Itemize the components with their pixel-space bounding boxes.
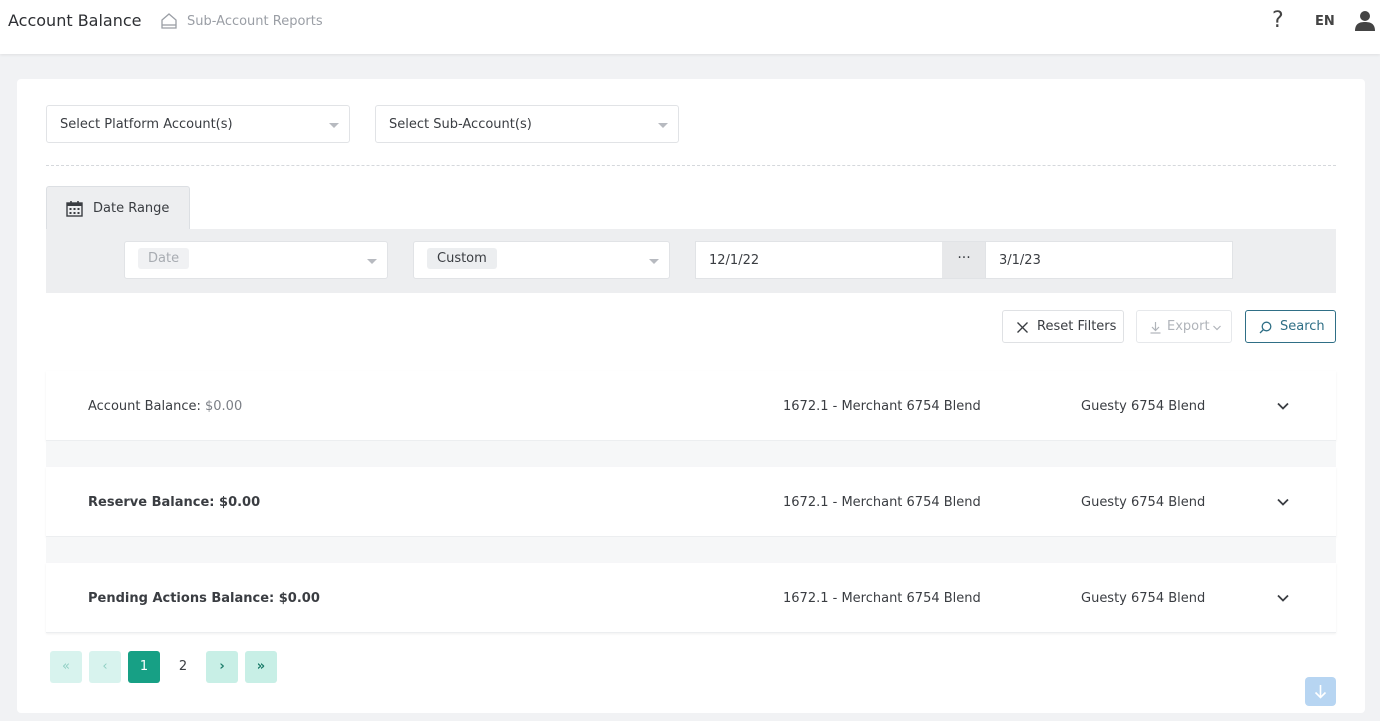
date-range-separator: ··· [942, 241, 986, 279]
date-mode-select[interactable]: Custom [413, 241, 670, 279]
caret-down-icon [367, 259, 377, 264]
balance-amount: $0.00 [278, 591, 320, 606]
export-button[interactable]: Export [1136, 310, 1232, 343]
balance-title: Account Balance: [88, 399, 201, 414]
divider [46, 165, 1336, 166]
sub-account-placeholder: Select Sub-Account(s) [389, 117, 532, 132]
platform-account-placeholder: Select Platform Account(s) [60, 117, 233, 132]
date-field-value: Date [138, 248, 190, 269]
reset-filters-label: Reset Filters [1037, 319, 1117, 334]
account-name: Guesty 6754 Blend [1081, 399, 1206, 414]
end-date-value: 3/1/23 [999, 253, 1041, 268]
row-gap [46, 537, 1336, 563]
language-selector[interactable]: EN [1315, 14, 1335, 29]
balance-amount: $0.00 [219, 495, 261, 510]
merchant-name: 1672.1 - Merchant 6754 Blend [783, 495, 981, 510]
page-title: Account Balance [8, 11, 142, 30]
home-icon[interactable] [160, 12, 178, 30]
merchant-name: 1672.1 - Merchant 6754 Blend [783, 399, 981, 414]
search-label: Search [1280, 319, 1325, 334]
balance-row[interactable]: Reserve Balance: $0.00 1672.1 - Merchant… [46, 467, 1336, 537]
user-icon[interactable] [1354, 10, 1376, 32]
balance-row[interactable]: Pending Actions Balance: $0.00 1672.1 - … [46, 563, 1336, 633]
search-icon [1259, 321, 1272, 334]
download-icon [1150, 322, 1161, 334]
caret-down-icon [658, 123, 668, 128]
prev-page-button[interactable]: ‹ [89, 651, 121, 683]
first-page-button[interactable]: « [50, 651, 82, 683]
balance-title: Pending Actions Balance: [88, 591, 275, 606]
start-date-value: 12/1/22 [709, 253, 760, 268]
date-mode-value: Custom [427, 248, 497, 269]
date-field-select[interactable]: Date [124, 241, 388, 279]
close-icon [1017, 322, 1028, 333]
chevron-down-icon[interactable] [1276, 495, 1290, 509]
account-name: Guesty 6754 Blend [1081, 495, 1206, 510]
top-bar: Account Balance Sub-Account Reports ? EN [0, 0, 1380, 54]
reset-filters-button[interactable]: Reset Filters [1002, 310, 1124, 343]
balance-label: Pending Actions Balance: $0.00 [88, 591, 320, 606]
tab-label: Date Range [93, 201, 170, 216]
balance-title: Reserve Balance: [88, 495, 215, 510]
export-label: Export [1167, 319, 1210, 334]
caret-down-icon [329, 123, 339, 128]
help-icon[interactable]: ? [1272, 8, 1284, 33]
next-page-button[interactable]: › [206, 651, 238, 683]
account-name: Guesty 6754 Blend [1081, 591, 1206, 606]
page-button-2[interactable]: 2 [167, 651, 199, 683]
start-date-input[interactable]: 12/1/22 [695, 241, 943, 279]
caret-down-icon [649, 259, 659, 264]
breadcrumb[interactable]: Sub-Account Reports [187, 14, 323, 29]
sub-account-select[interactable]: Select Sub-Account(s) [375, 105, 679, 143]
balance-label: Account Balance: $0.00 [88, 399, 242, 414]
tab-date-range[interactable]: Date Range [46, 186, 190, 230]
last-page-button[interactable]: » [245, 651, 277, 683]
row-gap [46, 441, 1336, 467]
balance-label: Reserve Balance: $0.00 [88, 495, 260, 510]
chevron-down-icon [1213, 325, 1221, 331]
balance-amount: $0.00 [205, 399, 243, 414]
platform-account-select[interactable]: Select Platform Account(s) [46, 105, 350, 143]
calendar-icon [66, 201, 83, 217]
chevron-down-icon[interactable] [1276, 591, 1290, 605]
search-button[interactable]: Search [1245, 310, 1336, 343]
merchant-name: 1672.1 - Merchant 6754 Blend [783, 591, 981, 606]
chevron-down-icon[interactable] [1276, 399, 1290, 413]
end-date-input[interactable]: 3/1/23 [985, 241, 1233, 279]
date-filter-bar: Date Custom 12/1/22 ··· 3/1/23 [46, 229, 1336, 293]
page-button-1[interactable]: 1 [128, 651, 160, 683]
main-card: Select Platform Account(s) Select Sub-Ac… [17, 79, 1365, 713]
balance-row[interactable]: Account Balance: $0.00 1672.1 - Merchant… [46, 371, 1336, 441]
arrow-down-icon [1314, 685, 1327, 699]
scroll-down-button[interactable] [1305, 677, 1336, 706]
